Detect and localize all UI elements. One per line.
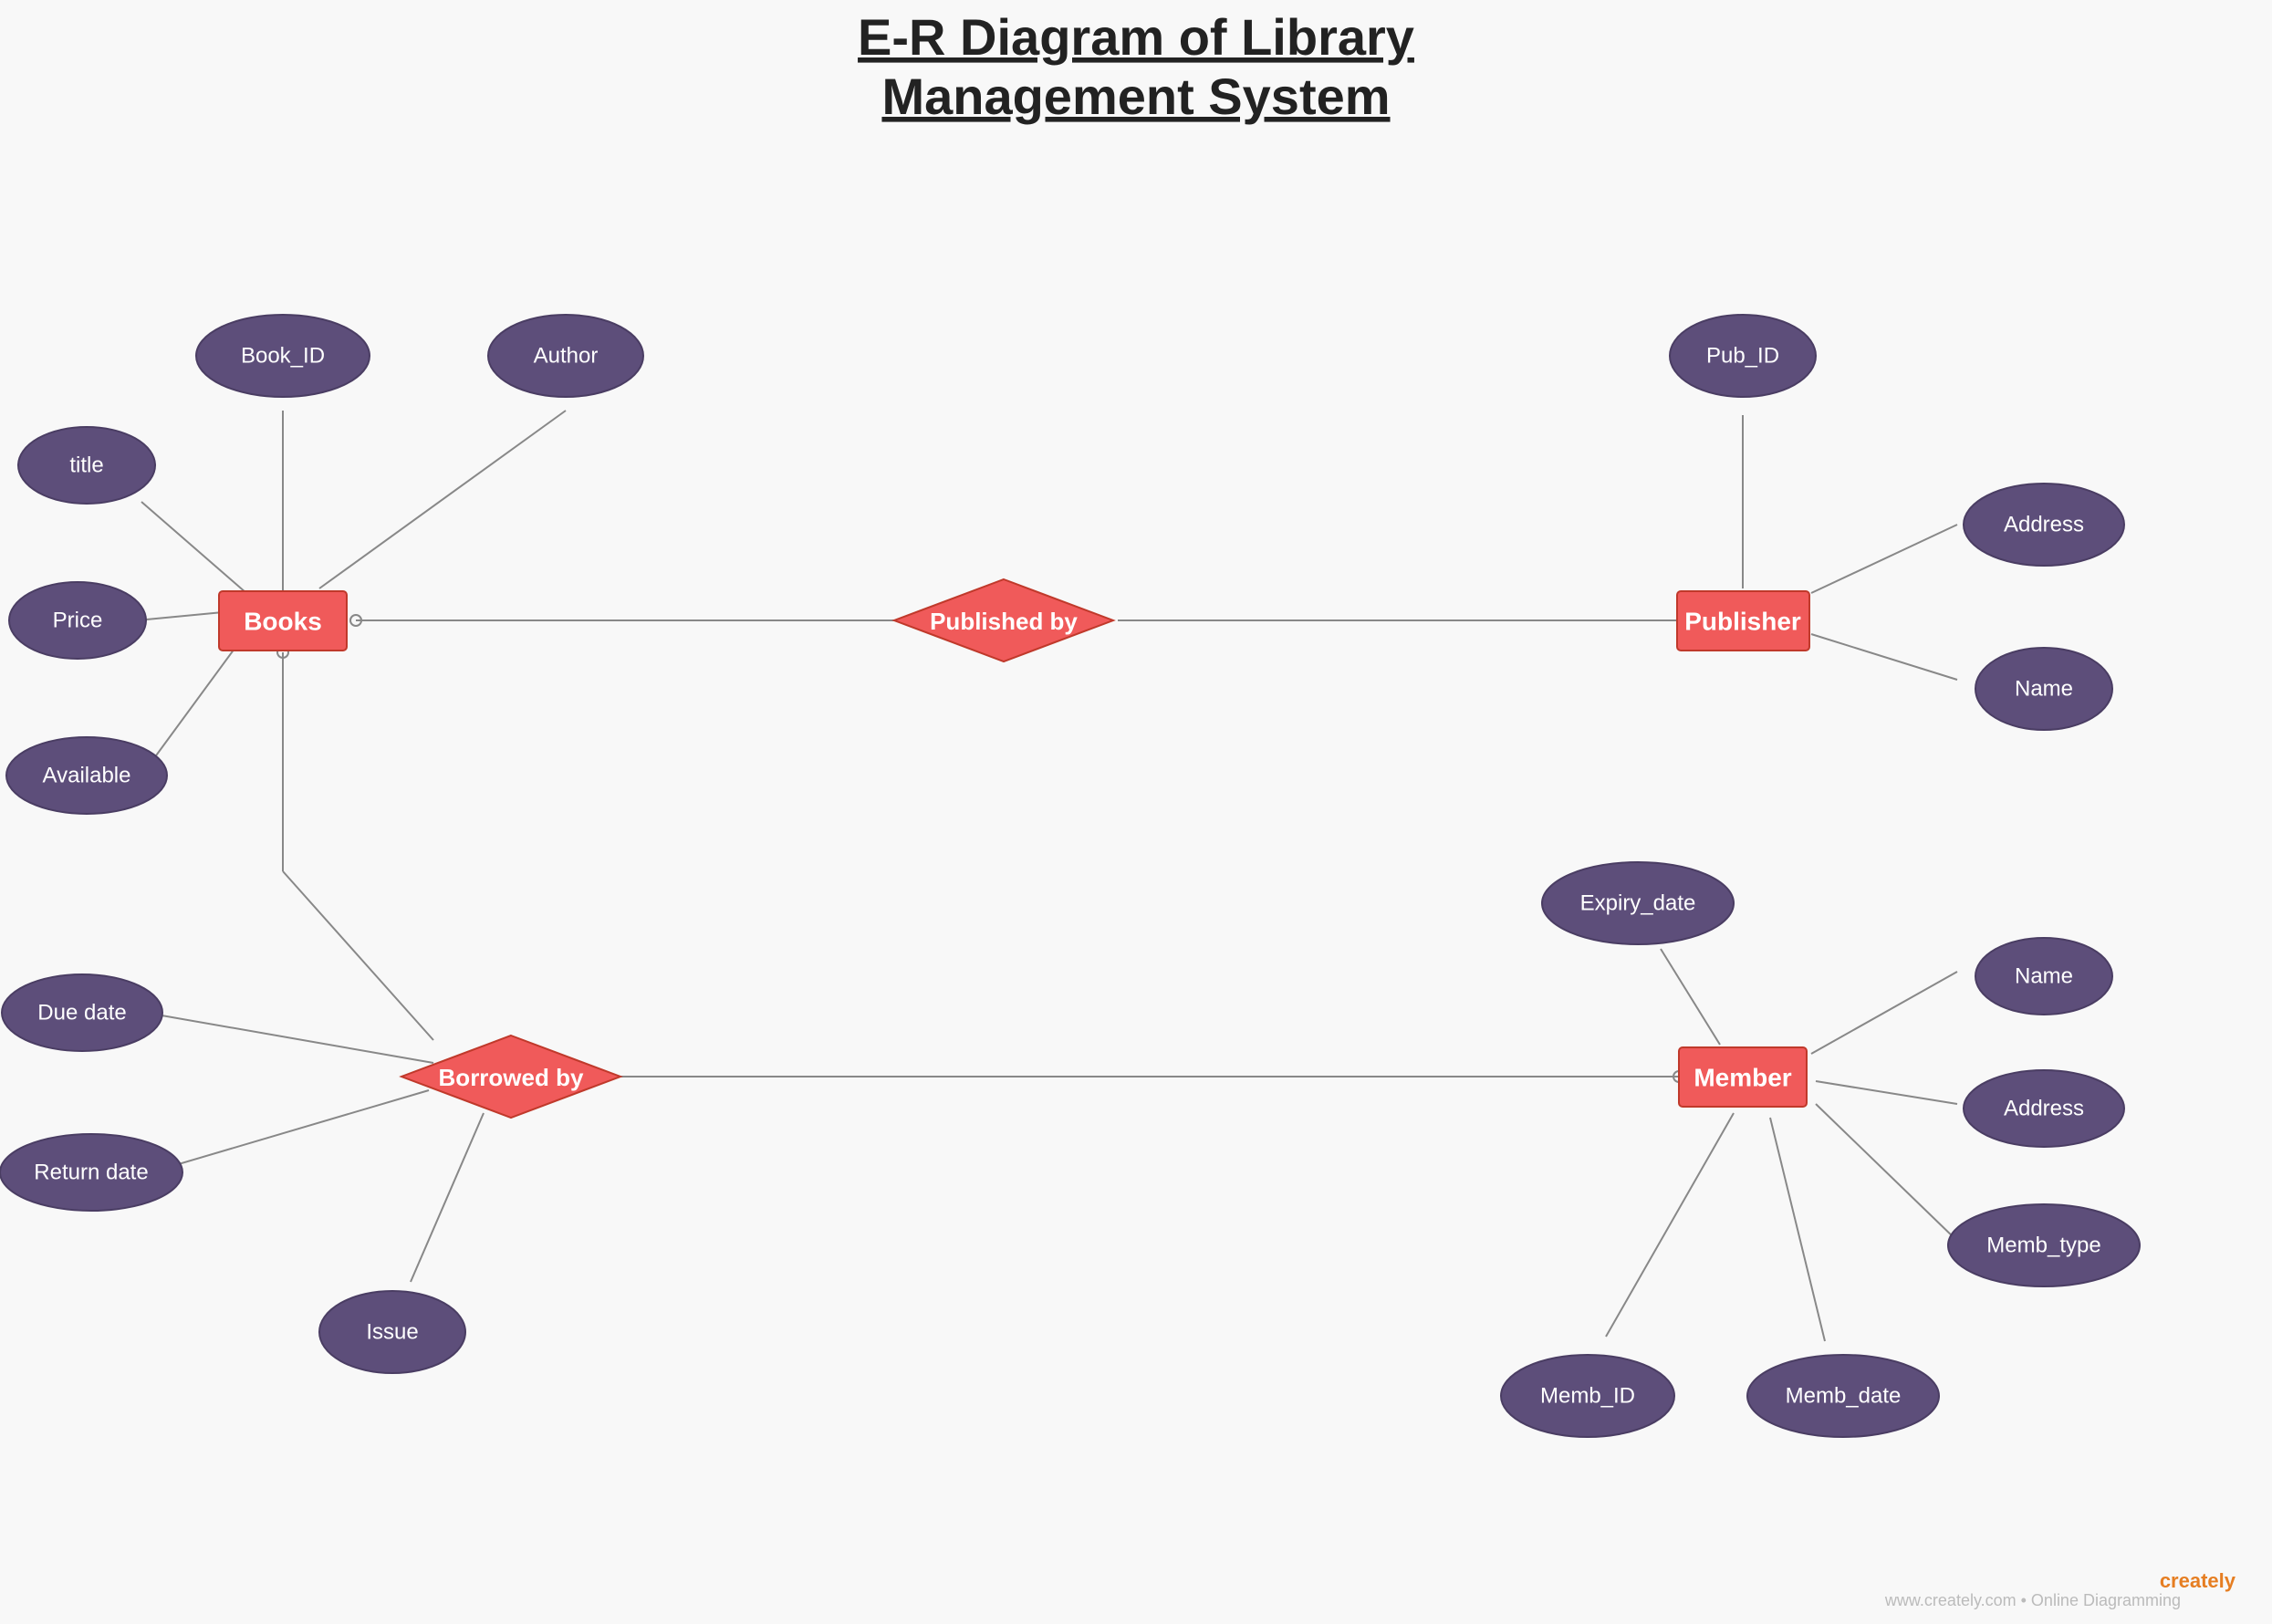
attr-pub-address-label: Address <box>2004 513 2084 537</box>
attr-duedate-label: Due date <box>37 1001 126 1025</box>
line-member-membdate <box>1770 1118 1825 1341</box>
entity-publisher-label: Publisher <box>1684 608 1801 636</box>
attr-price-label: Price <box>53 609 103 633</box>
line-publisher-name <box>1811 634 1957 680</box>
relation-borrowedby-label: Borrowed by <box>439 1064 584 1091</box>
line-borrowedby-issue <box>411 1113 484 1282</box>
line-borrowedby-duedate <box>146 1013 433 1063</box>
attr-issue-label: Issue <box>366 1320 418 1345</box>
relation-publishedby-label: Published by <box>930 608 1078 635</box>
line-books-borrowedby-diag <box>283 871 433 1040</box>
entity-books-label: Books <box>244 608 322 636</box>
attr-author-label: Author <box>534 344 599 369</box>
attr-returndate-label: Return date <box>34 1161 148 1185</box>
attr-membid-label: Memb_ID <box>1540 1384 1635 1409</box>
line-books-available <box>141 639 242 776</box>
attr-bookid-label: Book_ID <box>241 344 325 369</box>
line-member-expirydate <box>1661 949 1720 1045</box>
line-borrowedby-returndate <box>151 1090 429 1172</box>
attr-membdate-label: Memb_date <box>1786 1384 1902 1409</box>
attr-pub-name-label: Name <box>2015 677 2073 702</box>
attr-pubid-label: Pub_ID <box>1706 344 1779 369</box>
line-books-title <box>141 502 246 593</box>
watermark: www.creately.com • Online Diagramming <box>1884 1591 2181 1609</box>
attr-expirydate-label: Expiry_date <box>1580 891 1696 916</box>
line-member-membtype <box>1816 1104 1957 1241</box>
diagram-title-line2: Management System <box>881 68 1390 125</box>
line-member-membid <box>1606 1113 1734 1337</box>
line-books-author <box>319 411 566 588</box>
attr-available-label: Available <box>43 764 131 788</box>
line-member-name <box>1811 972 1957 1054</box>
entity-member-label: Member <box>1694 1064 1791 1092</box>
attr-title-label: title <box>69 453 103 478</box>
attr-memb-address-label: Address <box>2004 1097 2084 1121</box>
diagram-title-line1: E-R Diagram of Library <box>858 8 1414 66</box>
line-publisher-address <box>1811 525 1957 593</box>
line-member-address <box>1816 1081 1957 1104</box>
watermark-brand: creately <box>2160 1569 2236 1592</box>
attr-memb-name-label: Name <box>2015 964 2073 989</box>
attr-membtype-label: Memb_type <box>1986 1234 2100 1258</box>
